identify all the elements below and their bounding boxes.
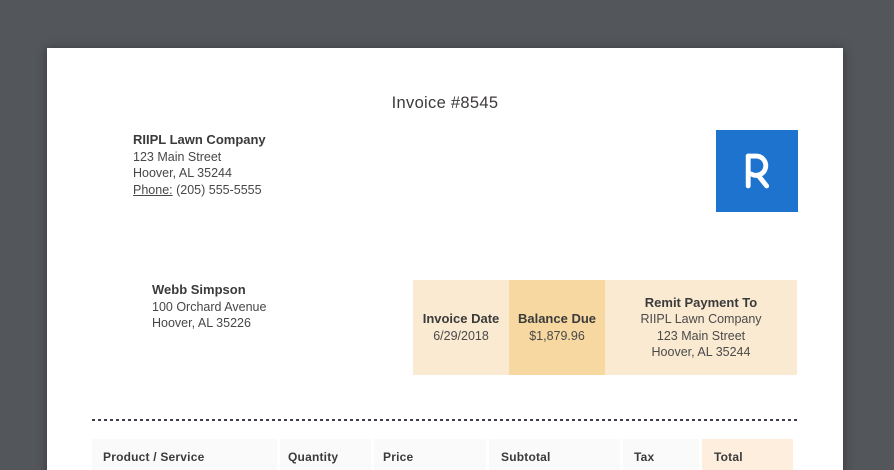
remit-payment-label: Remit Payment To [645,295,757,312]
company-address-line2: Hoover, AL 35244 [133,165,266,182]
invoice-page: Invoice #8545 RIIPL Lawn Company 123 Mai… [47,48,843,470]
invoice-date-box: Invoice Date 6/29/2018 [413,280,509,375]
company-phone-line: Phone: (205) 555-5555 [133,182,266,199]
remit-line3: Hoover, AL 35244 [652,344,751,361]
remit-line2: 123 Main Street [657,328,745,345]
items-table-header: Product / Service Quantity Price Subtota… [92,439,793,470]
customer-name: Webb Simpson [152,282,266,299]
customer-address-line2: Hoover, AL 35226 [152,315,266,332]
company-address-line1: 123 Main Street [133,149,266,166]
col-header-quantity: Quantity [280,439,371,470]
company-info: RIIPL Lawn Company 123 Main Street Hoove… [133,132,266,198]
dashed-divider [92,419,800,421]
balance-due-value: $1,879.96 [529,328,585,345]
col-header-subtotal: Subtotal [489,439,620,470]
balance-due-label: Balance Due [518,311,596,328]
customer-address-line1: 100 Orchard Avenue [152,299,266,316]
company-name: RIIPL Lawn Company [133,132,266,149]
invoice-date-value: 6/29/2018 [433,328,489,345]
invoice-title: Invoice #8545 [47,94,843,113]
logo-r-icon [737,149,777,193]
remit-payment-box: Remit Payment To RIIPL Lawn Company 123 … [605,280,797,375]
viewer-background: Invoice #8545 RIIPL Lawn Company 123 Mai… [0,0,894,470]
invoice-summary: Invoice Date 6/29/2018 Balance Due $1,87… [413,280,797,375]
company-logo [716,130,798,212]
remit-line1: RIIPL Lawn Company [640,311,761,328]
bill-to-info: Webb Simpson 100 Orchard Avenue Hoover, … [152,282,266,332]
phone-number: (205) 555-5555 [176,183,261,197]
col-header-tax: Tax [623,439,699,470]
phone-label: Phone: [133,183,173,197]
balance-due-box: Balance Due $1,879.96 [509,280,605,375]
invoice-date-label: Invoice Date [423,311,500,328]
col-header-product-service: Product / Service [92,439,277,470]
col-header-price: Price [374,439,486,470]
col-header-total: Total [702,439,793,470]
